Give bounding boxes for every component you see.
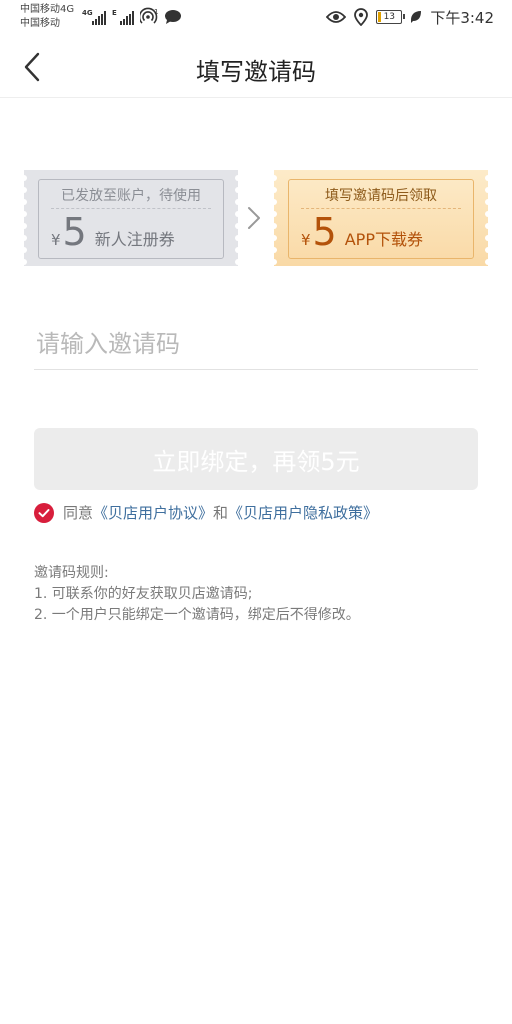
- coupon-currency: ¥: [51, 231, 61, 249]
- carrier-name-secondary: 中国移动: [20, 18, 60, 29]
- location-icon: [354, 8, 369, 26]
- coupon-amount: 5: [62, 210, 87, 254]
- agreement-prefix: 同意: [63, 504, 94, 522]
- rules-title: 邀请码规则:: [34, 565, 109, 581]
- chevron-right-icon: [248, 207, 260, 229]
- eye-icon: [326, 11, 347, 23]
- signal-e-icon: E: [112, 9, 134, 25]
- agreement-row: 同意 《贝店用户协议》 和 《贝店用户隐私政策》: [34, 502, 378, 523]
- coupon-status: 已发放至账户，待使用: [61, 188, 201, 204]
- wifi-hotspot-icon: 1: [140, 7, 158, 24]
- nav-bar: 填写邀请码: [0, 36, 512, 98]
- coupon-frame: 已发放至账户，待使用 ¥ 5 新人注册券: [38, 179, 224, 259]
- wifi-badge: 1: [154, 8, 158, 16]
- coupon-name: APP下载券: [344, 230, 423, 249]
- coupon-currency: ¥: [301, 231, 311, 249]
- privacy-policy-link[interactable]: 《贝店用户隐私政策》: [228, 502, 378, 523]
- message-bubble-icon: [165, 10, 181, 24]
- check-circle-icon: [34, 502, 54, 523]
- signal-4g-icon: 4G: [82, 9, 106, 25]
- carrier-name-primary: 中国移动4G: [20, 4, 75, 15]
- coupon-name: 新人注册券: [94, 230, 175, 249]
- coupon-divider: [301, 208, 461, 209]
- coupon-amount-row: ¥ 5 APP下载券: [301, 210, 423, 254]
- battery-level: 13: [383, 12, 396, 22]
- coupon-amount-row: ¥ 5 新人注册券: [51, 210, 175, 254]
- rules-item: 2. 一个用户只能绑定一个邀请码，绑定后不得修改。: [34, 607, 360, 623]
- coupon-frame: 填写邀请码后领取 ¥ 5 APP下载券: [288, 179, 474, 259]
- invite-rules: 邀请码规则: 1. 可联系你的好友获取贝店邀请码; 2. 一个用户只能绑定一个邀…: [34, 563, 360, 626]
- battery-icon: 13: [376, 10, 406, 24]
- coupon-amount: 5: [312, 210, 337, 254]
- status-bar: 中国移动4G 中国移动 4G E 1 13 下午3:42: [0, 0, 512, 36]
- network-icons: 4G E 1: [82, 7, 182, 25]
- coupon-status: 填写邀请码后领取: [325, 188, 437, 204]
- leaf-icon: [411, 11, 422, 23]
- status-icons-right: 13 下午3:42: [326, 6, 494, 28]
- coupon-registration: 已发放至账户，待使用 ¥ 5 新人注册券: [24, 170, 238, 266]
- page-title: 填写邀请码: [196, 58, 316, 86]
- signal-4g-label: 4G: [82, 9, 93, 17]
- signal-e-label: E: [112, 9, 117, 17]
- coupon-divider: [51, 208, 211, 209]
- user-agreement-link[interactable]: 《贝店用户协议》: [93, 502, 213, 523]
- rules-item: 1. 可联系你的好友获取贝店邀请码;: [34, 586, 253, 602]
- status-time: 下午3:42: [430, 8, 494, 27]
- agreement-checkbox[interactable]: [34, 502, 54, 523]
- invite-code-input[interactable]: [34, 318, 478, 370]
- bind-button[interactable]: 立即绑定，再领5元: [34, 428, 478, 490]
- coupon-app-download: 填写邀请码后领取 ¥ 5 APP下载券: [274, 170, 488, 266]
- agreement-joiner: 和: [213, 504, 229, 522]
